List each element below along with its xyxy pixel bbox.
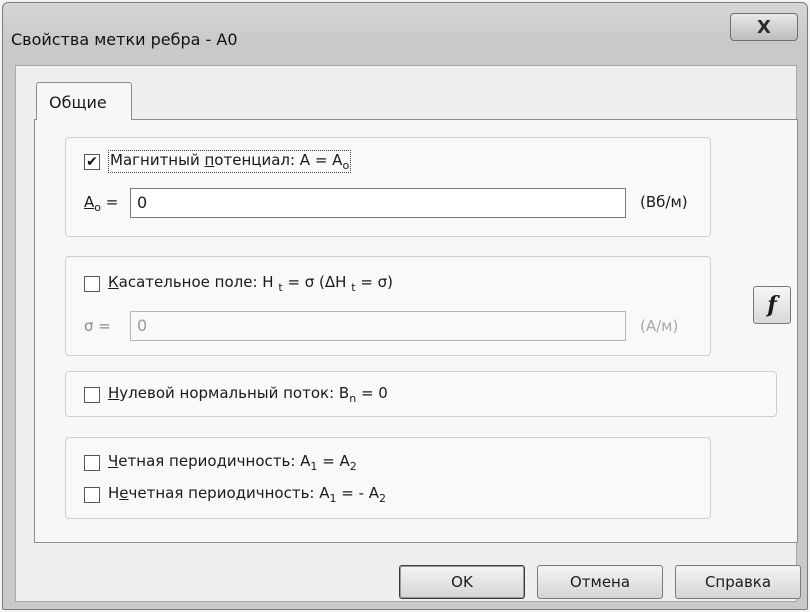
zero-flux-checkbox[interactable] <box>84 386 100 403</box>
tangential-field-checkbox[interactable] <box>84 275 100 292</box>
magnetic-potential-checkbox[interactable]: ✔ <box>84 153 100 170</box>
even-periodicity-label: Четная периодичность: A1 = A2 <box>108 452 357 473</box>
even-periodicity-option[interactable]: Четная периодичность: A1 = A2 <box>84 452 357 473</box>
title-bar[interactable]: Свойства метки ребра - A0 X <box>3 3 807 65</box>
tangential-field-group: Касательное поле: H t = σ (ΔH t = σ) σ =… <box>65 256 711 356</box>
tab-general[interactable]: Общие <box>36 82 132 120</box>
odd-periodicity-label: Нечетная периодичность: A1 = - A2 <box>108 484 387 505</box>
magnetic-potential-label: Магнитный потенциал: A = Ao <box>108 150 352 173</box>
close-button[interactable]: X <box>730 13 798 41</box>
zero-flux-option[interactable]: Нулевой нормальный поток: Bn = 0 <box>84 384 388 405</box>
tab-panel-general: ✔ Магнитный потенциал: A = Ao Ao = 0 (Вб… <box>34 119 798 543</box>
dialog-client-area: Общие ✔ Магнитный потенциал: A = Ao Ao =… <box>15 65 798 602</box>
a0-field-label: Ao = <box>84 193 119 214</box>
sigma-value-input[interactable]: 0 <box>130 311 626 341</box>
function-button[interactable]: f <box>753 286 791 324</box>
a0-value-input[interactable]: 0 <box>130 188 626 218</box>
sigma-unit-label: (А/м) <box>640 317 679 335</box>
even-periodicity-checkbox[interactable] <box>84 454 100 471</box>
periodicity-group: Четная периодичность: A1 = A2 Нечетная п… <box>65 437 711 519</box>
function-icon: f <box>767 292 777 318</box>
ok-button[interactable]: OK <box>399 565 525 599</box>
check-icon: ✔ <box>86 153 98 170</box>
a0-unit-label: (Вб/м) <box>640 193 688 211</box>
window-title: Свойства метки ребра - A0 <box>11 30 238 49</box>
close-icon: X <box>757 16 771 38</box>
cancel-button[interactable]: Отмена <box>537 565 663 599</box>
zero-flux-group: Нулевой нормальный поток: Bn = 0 <box>65 371 777 417</box>
sigma-field-label: σ = <box>84 317 111 335</box>
help-button[interactable]: Справка <box>675 565 801 599</box>
tangential-field-option[interactable]: Касательное поле: H t = σ (ΔH t = σ) <box>84 273 393 294</box>
odd-periodicity-option[interactable]: Нечетная периодичность: A1 = - A2 <box>84 484 386 505</box>
magnetic-potential-option[interactable]: ✔ Магнитный потенциал: A = Ao <box>84 150 352 173</box>
odd-periodicity-checkbox[interactable] <box>84 486 100 503</box>
magnetic-potential-group: ✔ Магнитный потенциал: A = Ao Ao = 0 (Вб… <box>65 137 711 237</box>
zero-flux-label: Нулевой нормальный поток: Bn = 0 <box>108 384 388 405</box>
tangential-field-label: Касательное поле: H t = σ (ΔH t = σ) <box>108 273 394 294</box>
dialog-window: Свойства метки ребра - A0 X Общие ✔ Магн… <box>2 2 808 610</box>
